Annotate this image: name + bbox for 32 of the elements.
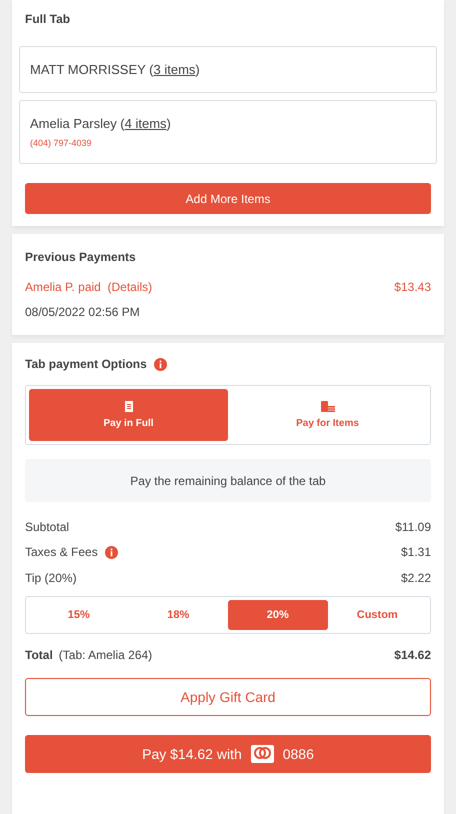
- tip-option[interactable]: 20%: [228, 600, 328, 630]
- line-label: Subtotal: [25, 520, 70, 534]
- line-amount: $1.31: [400, 545, 431, 560]
- payment-date: 08/05/2022 02:56 PM: [25, 305, 140, 319]
- details-link[interactable]: (Details): [108, 280, 152, 294]
- line-label: Tip (20%): [25, 570, 77, 585]
- info-icon[interactable]: [104, 546, 118, 559]
- phone-number: (404) 797-4039: [30, 138, 92, 148]
- section-title: Previous Payments: [25, 250, 136, 264]
- gift-card-button[interactable]: Apply Gift Card: [25, 678, 431, 716]
- total-label: Total: [25, 648, 53, 662]
- payment-label: Amelia P. paid (Details): [25, 280, 152, 294]
- tab-name: (Tab: Amelia 264): [58, 648, 152, 662]
- receipt-icon: [124, 401, 132, 412]
- payment-amount: $13.43: [394, 280, 431, 294]
- line-amount: $11.09: [395, 520, 431, 534]
- guest-name[interactable]: MATT MORRISSEY (3 items): [30, 62, 200, 76]
- guest-card[interactable]: Amelia Parsley (4 items) (404) 797-4039: [19, 100, 437, 164]
- info-banner: Pay the remaining balance of the tab: [25, 459, 431, 502]
- payment-mode-tab[interactable]: Pay in Full: [29, 389, 228, 441]
- guest-name[interactable]: Amelia Parsley (4 items): [30, 116, 171, 131]
- total-amount: $14.62: [394, 648, 431, 662]
- info-icon[interactable]: [154, 358, 167, 370]
- items-icon: [320, 401, 334, 412]
- pay-button[interactable]: Pay $14.62 with 0886: [25, 734, 431, 772]
- add-items-button[interactable]: Add More Items: [25, 183, 431, 214]
- guest-card[interactable]: MATT MORRISSEY (3 items): [19, 46, 437, 93]
- card-icon: [250, 744, 274, 762]
- section-title: Tab payment Options: [25, 357, 147, 371]
- section-title: Full Tab: [25, 12, 70, 26]
- line-label: Taxes & Fees: [25, 545, 98, 560]
- line-amount: $2.22: [400, 570, 431, 585]
